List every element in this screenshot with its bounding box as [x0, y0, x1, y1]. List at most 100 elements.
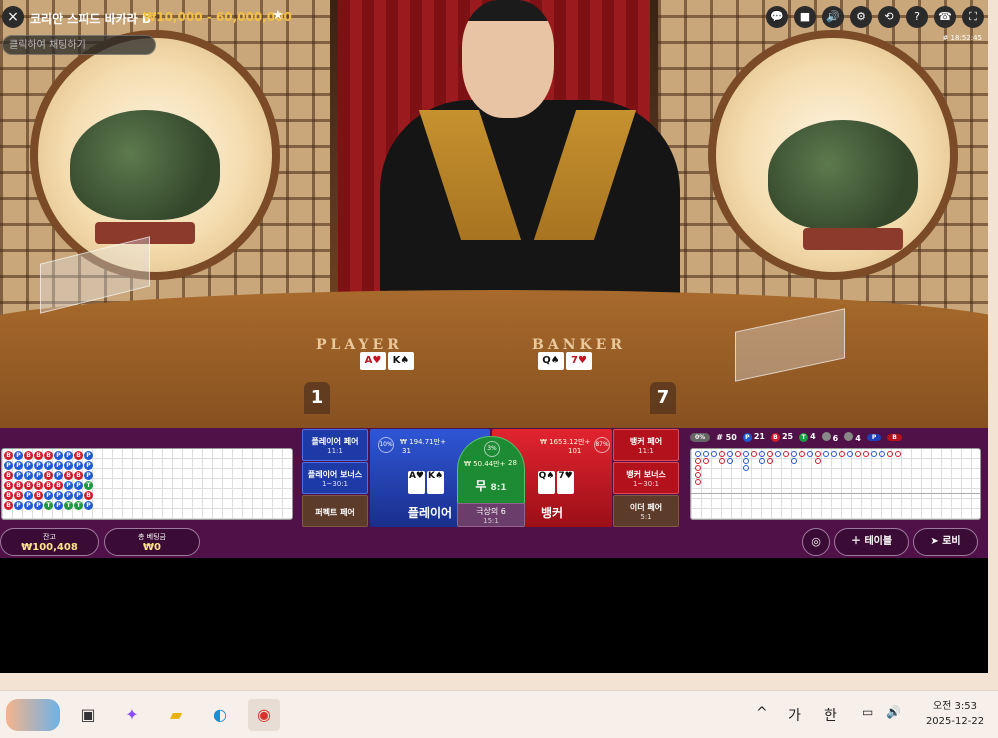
big-road-cell: [831, 465, 837, 471]
chat-icon[interactable]: 💬: [766, 6, 788, 28]
big-road-cell: [815, 451, 821, 457]
round-timestamp: # 18:52:45: [942, 34, 982, 42]
bead-road-cell: P: [54, 461, 63, 470]
support-icon[interactable]: ☎: [934, 6, 956, 28]
table-button[interactable]: ＋ 테이블: [834, 528, 909, 556]
big-road-cell: [703, 451, 709, 457]
big-road-cell: [871, 486, 877, 492]
clock-time: 오전 3:53: [932, 701, 978, 712]
fullscreen-icon[interactable]: ⛶: [962, 6, 984, 28]
tie-bet-users: 28: [508, 459, 517, 467]
table-title: 코리안 스피드 바카라 B: [30, 12, 152, 26]
big-road-cell: [775, 458, 781, 464]
player-predict-button[interactable]: P: [866, 433, 882, 441]
volume-icon[interactable]: 🔊: [822, 6, 844, 28]
big-road-cell: [815, 479, 821, 485]
banker-bonus-bet[interactable]: 뱅커 보너스 1~30:1: [613, 462, 679, 494]
either-pair-bet[interactable]: 이더 페어 5:1: [613, 495, 679, 527]
big-road-cell: [695, 458, 701, 464]
player-bonus-bet[interactable]: 플레이어 보너스 1~30:1: [302, 462, 368, 494]
big-road-cell: [735, 451, 741, 457]
big-road-cell: [799, 472, 805, 478]
big-road-cell: [759, 479, 765, 485]
volume-tray-icon[interactable]: 🔊: [886, 705, 901, 719]
banker-wins-count: 25: [781, 432, 794, 441]
close-button[interactable]: ×: [2, 6, 24, 28]
task-view-icon[interactable]: ▣: [72, 699, 104, 731]
player-bet-amount: ₩ 194.71만+: [400, 438, 446, 446]
chips-icon[interactable]: ◎: [802, 528, 830, 556]
banker-pair-bet[interactable]: 뱅커 페어 11:1: [613, 429, 679, 461]
big-road-cell: [831, 451, 837, 457]
banker-predict-button[interactable]: B: [887, 433, 902, 441]
big-road-cell: [823, 465, 829, 471]
big-road-cell: [863, 472, 869, 478]
perfect-pair-bet[interactable]: 퍼펙트 페어: [302, 495, 368, 527]
tray-chevron-icon[interactable]: ^: [756, 705, 768, 721]
widgets-icon[interactable]: [6, 699, 60, 731]
lobby-button[interactable]: ➤ 로비: [913, 528, 978, 556]
big-road-cell: [887, 465, 893, 471]
big-road-cell: [767, 458, 773, 464]
big-road-cell: [791, 486, 797, 492]
banker-pair-icon: [844, 431, 854, 441]
big-road-cell: [711, 479, 717, 485]
table-limits: ₩10,000 - 60,000,000: [143, 10, 292, 24]
big-road-cell: [727, 486, 733, 492]
bead-road-cell: B: [74, 471, 83, 480]
bead-road-cell: P: [34, 501, 43, 510]
player-pair-bet[interactable]: 플레이어 페어 11:1: [302, 429, 368, 461]
big-road-cell: [743, 465, 749, 471]
big-road-cell: [703, 486, 709, 492]
bead-road-cell: B: [64, 471, 73, 480]
ime-mode-indicator[interactable]: 가: [788, 705, 801, 725]
big-road[interactable]: [690, 448, 981, 520]
bead-road-cell: P: [34, 461, 43, 470]
banker-bonus-label: 뱅커 보너스: [626, 470, 666, 479]
favorite-star-icon[interactable]: ★: [272, 8, 284, 23]
edge-icon[interactable]: ◐: [204, 699, 236, 731]
player-score: 1: [304, 382, 330, 414]
banker-pair-count: 4: [855, 433, 861, 443]
video-icon[interactable]: ■: [794, 6, 816, 28]
super-six-label: 극상의 6: [476, 507, 506, 516]
ime-language-indicator[interactable]: 한: [824, 705, 837, 725]
big-road-cell: [719, 458, 725, 464]
big-road-cell: [839, 451, 845, 457]
balance-label: 잔고: [43, 533, 56, 541]
chrome-icon[interactable]: ◉: [248, 699, 280, 731]
player-percent: 10%: [378, 437, 394, 453]
bead-road-cell: T: [64, 501, 73, 510]
big-road-cell: [823, 451, 829, 457]
file-explorer-icon[interactable]: ▰: [160, 699, 192, 731]
player-wins-icon: P: [742, 433, 752, 442]
network-icon[interactable]: ▭: [862, 705, 873, 719]
bead-road-grid: BPBBBBPPPBBPBPPBPPBPPBBPBPBBPTPPPBPPPPBP…: [4, 451, 94, 511]
tie-bet[interactable]: 3% ₩ 50.44만+ 28 무 8:1: [457, 436, 525, 506]
bead-road-cell: B: [24, 451, 33, 460]
big-road-cell: [831, 472, 837, 478]
help-icon[interactable]: ?: [906, 6, 928, 28]
big-road-cell: [711, 458, 717, 464]
clock[interactable]: 오전 3:53 2025-12-22: [920, 699, 990, 729]
bead-road-cell: P: [24, 501, 33, 510]
big-road-cell: [743, 479, 749, 485]
big-road-cell: [871, 458, 877, 464]
big-road-cell: [751, 472, 757, 478]
stats-toggle[interactable]: 0%: [690, 432, 711, 442]
copilot-icon[interactable]: ✦: [116, 699, 148, 731]
big-road-cell: [831, 486, 837, 492]
bead-road[interactable]: BPBBBBPPPBBPBPPBPPBPPBBPBPBBPTPPPBPPPPBP…: [1, 448, 293, 520]
table-player-card-2: K♠: [388, 352, 414, 370]
big-road-cell: [767, 479, 773, 485]
super-six-bet[interactable]: 극상의 6 15:1: [457, 503, 525, 527]
road-divider: [691, 493, 980, 494]
history-icon[interactable]: ⟲: [878, 6, 900, 28]
either-pair-label: 이더 페어: [629, 503, 663, 512]
big-road-cell: [695, 486, 701, 492]
big-road-cell: [871, 451, 877, 457]
chat-input[interactable]: [2, 35, 156, 55]
settings-icon[interactable]: ⚙: [850, 6, 872, 28]
bead-road-cell: B: [54, 481, 63, 490]
bead-road-cell: P: [14, 461, 23, 470]
